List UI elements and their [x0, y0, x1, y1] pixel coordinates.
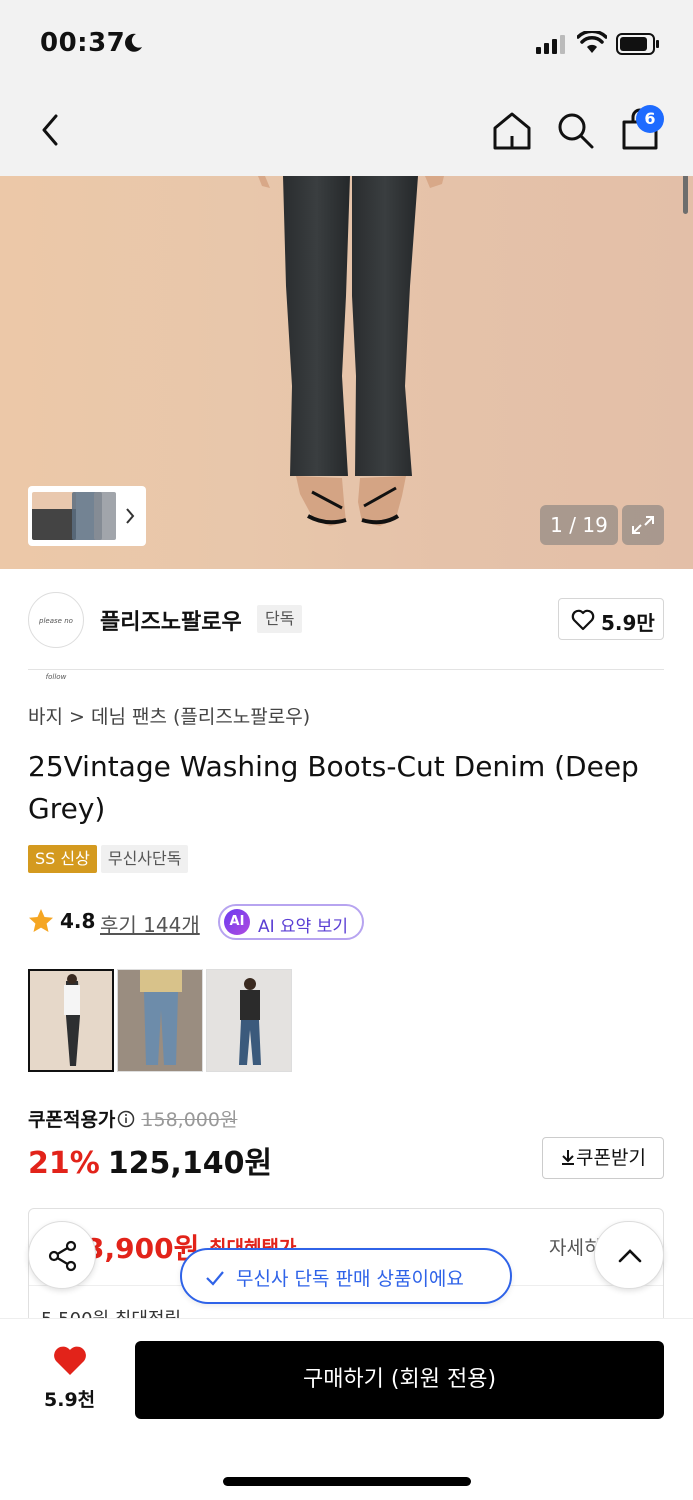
get-coupon-label: 쿠폰받기: [576, 1147, 646, 1169]
product-title: 25Vintage Washing Boots-Cut Denim (Deep …: [28, 750, 639, 825]
rating-score: 4.8: [60, 909, 96, 933]
thumbnail-3[interactable]: [94, 492, 116, 540]
chevron-right-icon: [126, 508, 135, 524]
brand-name[interactable]: 플리즈노팔로우: [100, 604, 242, 636]
sale-price: 125,140원: [107, 1146, 273, 1181]
original-price: 158,000원: [141, 1109, 238, 1131]
expand-button[interactable]: [622, 505, 664, 545]
thumbnail-1[interactable]: [32, 492, 76, 540]
variant-1[interactable]: [28, 969, 114, 1072]
brand-like-button[interactable]: 5.9만: [558, 598, 664, 640]
battery-icon: [616, 33, 659, 55]
brand-row[interactable]: please no follow 플리즈노팔로우 단독 5.9만: [28, 590, 664, 681]
star-icon: [29, 909, 53, 932]
scrollbar[interactable]: [683, 176, 688, 214]
like-count: 5.9천: [44, 1389, 96, 1411]
wifi-icon: [577, 31, 607, 53]
breadcrumb[interactable]: 바지 > 데님 팬츠 (플리즈노팔로우): [28, 702, 310, 729]
status-bar: 00:37: [0, 0, 693, 88]
max-benefit-price: 3,900원: [85, 1232, 200, 1265]
new-season-badge: SS 신상: [28, 845, 97, 873]
variant-photo: [64, 974, 80, 1066]
home-indicator: [223, 1477, 471, 1486]
coupon-label-text: 쿠폰적용가: [28, 1109, 116, 1131]
brand-logo[interactable]: please no follow: [28, 592, 84, 681]
review-count-link[interactable]: 후기 144개: [100, 909, 200, 938]
brand-like-count: 5.9만: [601, 611, 655, 635]
thumbnail-strip[interactable]: [28, 486, 146, 546]
chevron-up-icon: [618, 1249, 642, 1263]
info-icon[interactable]: [117, 1110, 135, 1128]
coupon-price-label: 쿠폰적용가 158,000원: [28, 1105, 237, 1132]
moon-icon: [125, 33, 142, 52]
variant-3[interactable]: [206, 969, 292, 1072]
variant-2[interactable]: [117, 969, 203, 1072]
scroll-top-button[interactable]: [594, 1221, 664, 1289]
expand-icon: [632, 516, 654, 534]
buy-button[interactable]: 구매하기 (회원 전용): [135, 1341, 664, 1419]
top-nav: 6: [0, 88, 693, 176]
ai-icon: AI: [224, 909, 250, 935]
share-button[interactable]: [28, 1221, 96, 1289]
exclusive-badge: 무신사단독: [100, 845, 189, 873]
discount-rate: 21%: [28, 1146, 100, 1181]
variant-photo: [239, 978, 261, 1065]
ai-summary-button[interactable]: AI AI 요약 보기: [218, 904, 364, 940]
toast-text: 무신사 단독 판매 상품이에요: [236, 1268, 464, 1290]
get-coupon-button[interactable]: 쿠폰받기: [542, 1137, 664, 1179]
variant-photo: [140, 970, 182, 1065]
back-arrow-icon[interactable]: [36, 110, 64, 150]
home-icon[interactable]: [492, 110, 532, 152]
product-image-gallery[interactable]: 1 / 19: [0, 176, 693, 569]
check-icon: [206, 1271, 224, 1286]
cart-count-badge: 6: [636, 105, 664, 133]
divider: [28, 669, 664, 670]
share-icon: [48, 1240, 77, 1272]
image-counter: 1 / 19: [540, 505, 618, 545]
heart-outline-icon: [571, 609, 595, 631]
exclusive-toast: 무신사 단독 판매 상품이에요: [180, 1248, 512, 1304]
heart-filled-icon[interactable]: [52, 1345, 88, 1377]
bottom-bar: 5.9천 구매하기 (회원 전용): [0, 1318, 693, 1500]
product-badges: SS 신상 무신사단독: [28, 845, 192, 873]
price-row: 21% 125,140원: [28, 1138, 272, 1182]
status-time: 00:37: [40, 28, 126, 58]
exclusive-tag: 단독: [257, 605, 303, 633]
ai-summary-label: AI 요약 보기: [258, 917, 349, 937]
download-icon: [562, 1150, 575, 1165]
search-icon[interactable]: [556, 110, 596, 152]
signal-icon: [536, 35, 565, 54]
